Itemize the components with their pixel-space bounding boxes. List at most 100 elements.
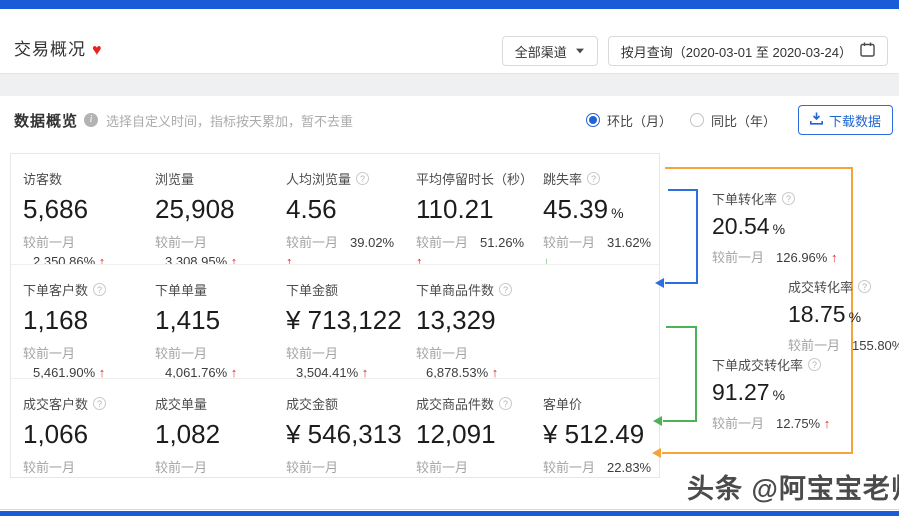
radio-unselected-icon[interactable] (689, 113, 704, 127)
radio-selected-icon[interactable] (585, 113, 600, 127)
metric-visitors: 访客数 5,686 较前一月 2,350.86% ↑ (11, 154, 143, 264)
blue-bracket-top (668, 189, 698, 191)
metric-deal-amount: 成交金额 ¥ 546,313 较前一月4,739.12% ↑ (274, 379, 404, 476)
metric-label: 跳失率 (543, 172, 583, 187)
page-title-text: 交易概况 (14, 40, 86, 59)
metric-value: ¥ 512.49 (543, 419, 645, 449)
conversion-order-to-deal-rate: 下单成交转化率? 91.27% 较前一月 12.75% ↑ (712, 355, 862, 433)
metric-value: 12,091 (416, 419, 496, 449)
metric-compare: 较前一月 31.62% ↓ (543, 235, 652, 264)
conversion-label: 下单转化率 (712, 192, 778, 207)
download-data-button[interactable]: 下载数据 (797, 105, 893, 135)
metric-value: 13,329 (416, 305, 496, 335)
green-bracket-right (695, 326, 697, 422)
help-icon[interactable]: ? (587, 172, 601, 185)
conversion-compare: 较前一月 126.96% ↑ (712, 250, 838, 265)
channel-dropdown-label: 全部渠道 (514, 44, 567, 60)
radio-mom[interactable]: 环比（月） (585, 111, 672, 130)
metric-compare: 较前一月 3,504.41% ↑ (286, 346, 369, 378)
date-range-button[interactable]: 按月查询（2020-03-01 至 2020-03-24） (607, 36, 888, 66)
metric-label: 访客数 (23, 172, 63, 187)
metric-label: 下单商品件数 (416, 283, 495, 298)
blue-arrow-icon (655, 278, 664, 288)
metric-pageviews: 浏览量 25,908 较前一月 3,308.95% ↑ (143, 154, 274, 264)
help-icon[interactable]: ? (93, 283, 107, 296)
metric-value: ¥ 546,313 (286, 419, 402, 449)
bottom-blue-bar (0, 511, 899, 516)
metrics-row-orders: 下单客户数? 1,168 较前一月 5,461.90% ↑ 下单单量 1,415 … (11, 265, 659, 379)
conversion-value: 91.27% (712, 379, 786, 405)
metrics-card: 访客数 5,686 较前一月 2,350.86% ↑ 浏览量 25,908 较前一… (10, 153, 660, 478)
calendar-icon (860, 42, 875, 60)
metric-empty-cell (531, 265, 659, 378)
radio-mom-label: 环比（月） (606, 113, 672, 129)
bottom-divider (0, 509, 899, 510)
green-arrow-icon (653, 416, 662, 426)
metric-order-customers: 下单客户数? 1,168 较前一月 5,461.90% ↑ (11, 265, 143, 378)
orange-arrow-icon (652, 448, 661, 458)
radio-yoy-label: 同比（年） (710, 113, 776, 129)
metric-value: 5,686 (23, 194, 89, 224)
compare-radio-group: 环比（月） 同比（年） (585, 111, 776, 130)
help-icon[interactable]: ? (356, 172, 370, 185)
download-button-label: 下载数据 (828, 113, 881, 129)
metric-label: 成交客户数 (23, 397, 89, 412)
metric-compare: 较前一月 51.26% ↑ (416, 235, 525, 264)
metric-label: 浏览量 (155, 172, 195, 187)
metric-label: 成交单量 (155, 397, 208, 412)
help-icon[interactable]: ? (782, 192, 796, 205)
metric-value: ¥ 713,122 (286, 305, 402, 335)
channel-dropdown[interactable]: 全部渠道 (501, 36, 598, 66)
help-icon[interactable]: ? (499, 397, 513, 410)
metric-label: 成交商品件数 (416, 397, 495, 412)
metric-avg-order-value: 客单价 ¥ 512.49 较前一月22.83% ↓ (531, 379, 659, 476)
help-icon[interactable]: ? (93, 397, 107, 410)
metrics-row-deals: 成交客户数? 1,066 较前一月6,170.59% ↑ 成交单量 1,082 … (11, 379, 659, 476)
green-bracket-bottom (663, 420, 697, 422)
metric-value: 25,908 (155, 194, 235, 224)
metric-compare: 较前一月8,790.44% ↑ (416, 460, 469, 475)
orange-bracket-top (665, 167, 853, 169)
conversion-label: 下单成交转化率 (712, 358, 804, 373)
section-hint: 选择自定义时间，指标按天累加，暂不去重 (106, 113, 354, 129)
metric-compare: 较前一月 6,878.53% ↑ (416, 346, 499, 378)
date-range-label: 按月查询（2020-03-01 至 2020-03-24） (620, 44, 852, 60)
info-icon[interactable]: i (84, 113, 99, 127)
metric-compare: 较前一月6,264.71% ↑ (155, 460, 208, 475)
conversion-compare: 较前一月 155.80% (788, 338, 899, 353)
metric-value: 1,066 (23, 419, 89, 449)
metric-order-count: 下单单量 1,415 较前一月 4,061.76% ↑ (143, 265, 274, 378)
metric-label: 成交金额 (286, 397, 339, 412)
metric-compare: 较前一月4,739.12% ↑ (286, 460, 339, 475)
metric-bounce-rate: 跳失率? 45.39% 较前一月 31.62% ↓ (531, 154, 659, 264)
metric-deal-customers: 成交客户数? 1,066 较前一月6,170.59% ↑ (11, 379, 143, 476)
metric-value: 110.21 (416, 194, 494, 224)
metric-pv-per-visitor: 人均浏览量? 4.56 较前一月 39.02% ↑ (274, 154, 404, 264)
metric-deal-count: 成交单量 1,082 较前一月6,264.71% ↑ (143, 379, 274, 476)
metric-value: 1,415 (155, 305, 221, 335)
metric-compare: 较前一月 2,350.86% ↑ (23, 235, 106, 264)
metric-value: 1,082 (155, 419, 221, 449)
radio-yoy[interactable]: 同比（年） (689, 111, 776, 130)
blue-bracket-right (696, 189, 698, 284)
page-header: 交易概况 ♥ 全部渠道 按月查询（2020-03-01 至 2020-03-24） (0, 9, 899, 73)
metric-label: 下单客户数 (23, 283, 89, 298)
metric-value: 4.56 (286, 194, 337, 224)
help-icon[interactable]: ? (499, 283, 513, 296)
conversion-compare: 较前一月 12.75% ↑ (712, 416, 831, 431)
watermark: 头条 @阿宝宝老师 (687, 474, 899, 504)
metrics-row-traffic: 访客数 5,686 较前一月 2,350.86% ↑ 浏览量 25,908 较前一… (11, 154, 659, 265)
metric-value: 1,168 (23, 305, 89, 335)
metric-order-items: 下单商品件数? 13,329 较前一月 6,878.53% ↑ (404, 265, 531, 378)
dashboard-page: 交易概况 ♥ 全部渠道 按月查询（2020-03-01 至 2020-03-24）… (0, 0, 899, 516)
metric-deal-items: 成交商品件数? 12,091 较前一月8,790.44% ↑ (404, 379, 531, 476)
help-icon[interactable]: ? (808, 358, 822, 371)
conversion-deal-rate: 成交转化率? 18.75% 较前一月 155.80% (788, 277, 899, 355)
top-blue-bar (0, 0, 899, 9)
metric-compare: 较前一月 39.02% ↑ (286, 235, 395, 264)
metric-label: 人均浏览量 (286, 172, 352, 187)
metric-compare: 较前一月22.83% ↓ (543, 460, 652, 475)
metric-compare: 较前一月6,170.59% ↑ (23, 460, 76, 475)
conversion-order-rate: 下单转化率? 20.54% 较前一月 126.96% ↑ (712, 189, 862, 267)
help-icon[interactable]: ? (858, 280, 872, 293)
